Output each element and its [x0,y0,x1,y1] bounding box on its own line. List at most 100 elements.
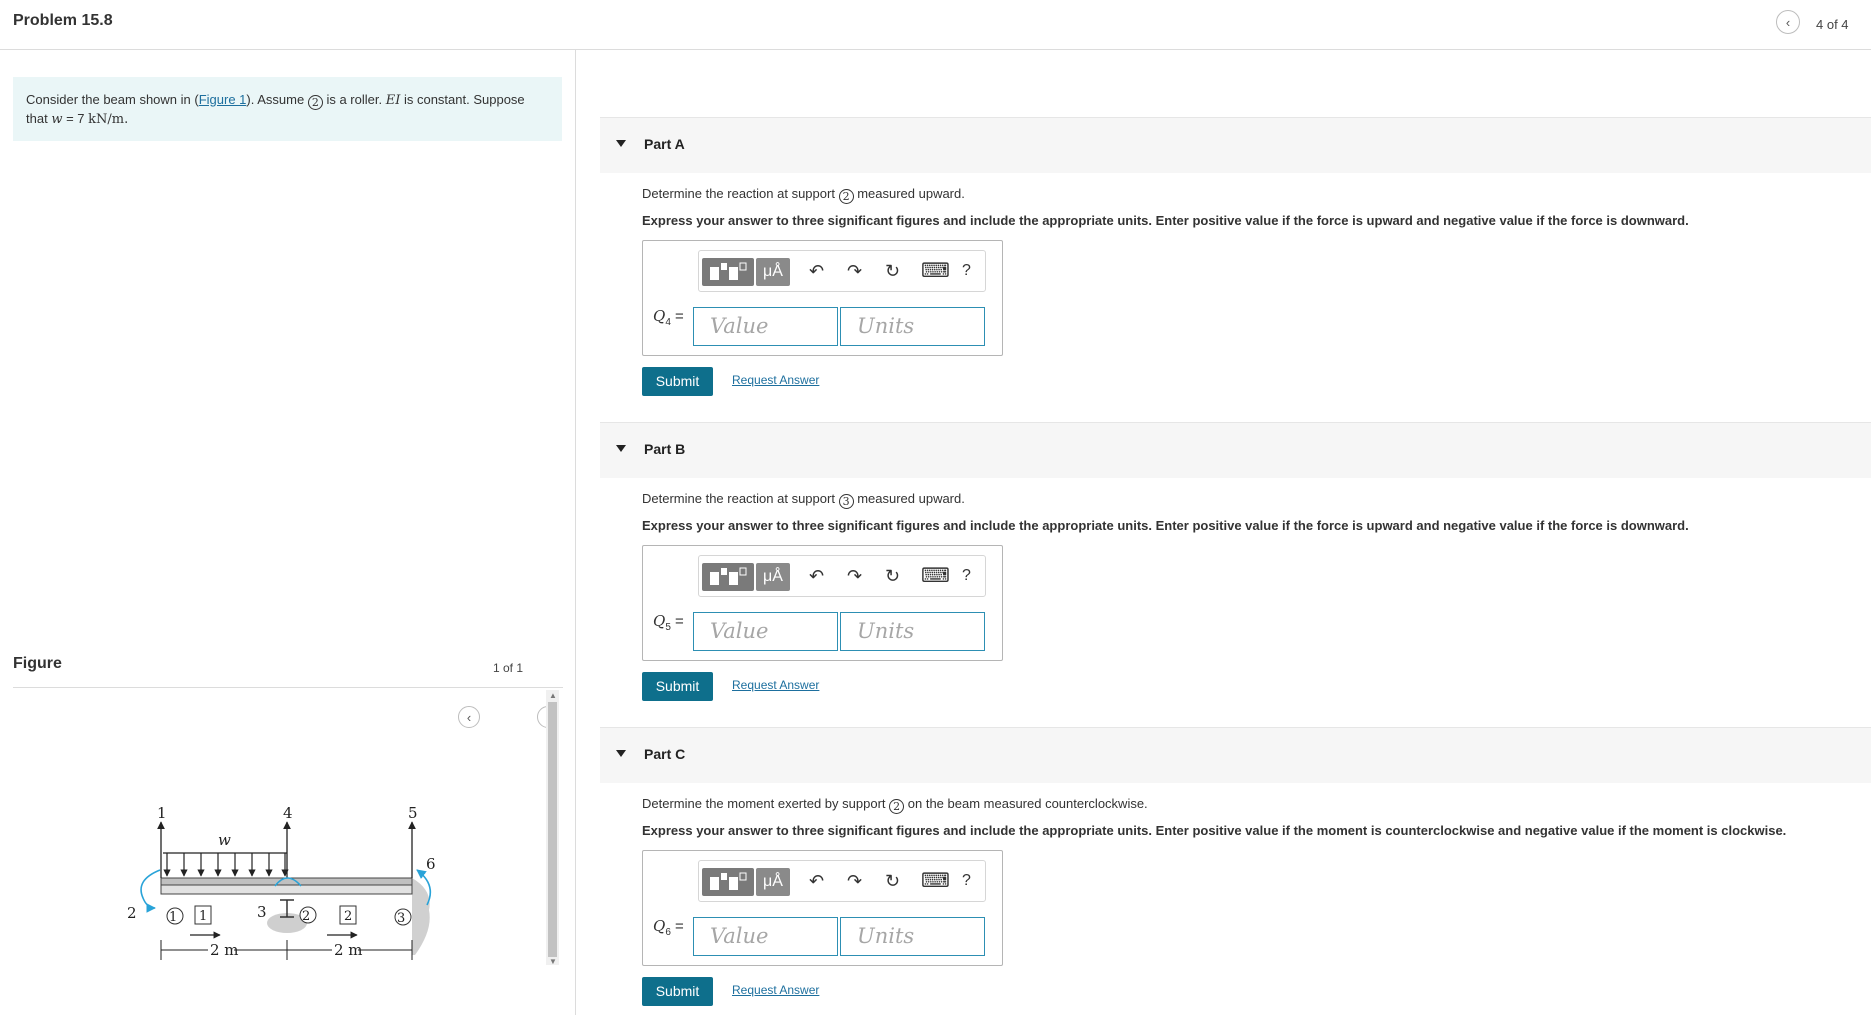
templates-icon [710,262,747,280]
part-instruction: Express your answer to three significant… [642,823,1787,838]
undo-icon[interactable]: ↶ [809,566,824,586]
variable-subscript: 4 [665,317,671,328]
submit-button[interactable]: Submit [642,977,713,1006]
undo-icon[interactable]: ↶ [809,871,824,891]
w-value: = 7 [66,111,85,126]
support-number-badge: 2 [307,95,323,110]
units-input[interactable]: Units [840,307,985,346]
answer-box: μÅ ↶ ↷ ↻ ⌨ ? Q4 = Value Units [642,240,1003,356]
answer-variable-label: Q5 = [653,612,684,633]
figure-prev-button[interactable]: ‹ [458,706,480,728]
templates-button[interactable] [702,258,754,286]
units-button[interactable]: μÅ [756,258,790,286]
distributed-load-arrows [163,853,289,877]
part-label: Part C [644,746,686,762]
submit-button[interactable]: Submit [642,672,713,701]
question-text: measured upward. [857,186,965,201]
figure-scrollbar[interactable]: ▲ ▼ [546,690,559,966]
reset-icon[interactable]: ↻ [885,871,900,891]
variable-symbol: Q [653,612,666,630]
chevron-left-icon: ‹ [1785,14,1791,30]
figure-title: Figure [13,655,62,672]
top-bar: Problem 15.8 ‹ 4 of 4 [0,0,1871,50]
part-instruction: Express your answer to three significant… [642,213,1689,228]
part-header[interactable]: Part A [600,117,1871,173]
figure-link[interactable]: Figure 1 [199,92,247,107]
part-instruction: Express your answer to three significant… [642,518,1689,533]
question-text: measured upward. [857,491,965,506]
part-header[interactable]: Part C [600,727,1871,783]
value-input[interactable]: Value [693,917,838,956]
caret-down-icon[interactable] [616,750,626,757]
problem-title: Problem 15.8 [13,12,113,29]
math-toolbar: μÅ ↶ ↷ ↻ ⌨ ? [698,250,986,292]
previous-problem-button[interactable]: ‹ [1776,10,1800,34]
help-icon[interactable]: ? [962,566,971,586]
keyboard-icon[interactable]: ⌨ [921,566,950,586]
dof-label-6: 6 [426,855,436,873]
answer-box: μÅ ↶ ↷ ↻ ⌨ ? Q5 = Value Units [642,545,1003,661]
value-input[interactable]: Value [693,307,838,346]
element-label-1: 1 [199,909,207,924]
w-symbol: w [51,112,63,127]
submit-button[interactable]: Submit [642,367,713,396]
part-question: Determine the reaction at support 2 meas… [642,186,965,204]
templates-button[interactable] [702,868,754,896]
part-label: Part A [644,136,685,152]
question-text: Determine the reaction at support [642,491,835,506]
redo-icon[interactable]: ↷ [847,871,862,891]
figure-counter: 1 of 1 [493,661,524,675]
keyboard-icon[interactable]: ⌨ [921,871,950,891]
undo-icon[interactable]: ↶ [809,261,824,281]
chevron-left-icon: ‹ [466,709,472,725]
variable-subscript: 6 [665,927,671,938]
figure-divider [13,687,563,688]
math-toolbar: μÅ ↶ ↷ ↻ ⌨ ? [698,555,986,597]
question-text: Determine the reaction at support [642,186,835,201]
units-button[interactable]: μÅ [756,563,790,591]
templates-icon [710,872,747,890]
w-units: kN/m. [88,112,129,127]
fixed-wall [412,878,430,955]
units-input[interactable]: Units [840,917,985,956]
caret-down-icon[interactable] [616,445,626,452]
answer-variable-label: Q4 = [653,307,684,328]
scroll-down-arrow-icon[interactable]: ▼ [549,957,557,966]
scroll-up-arrow-icon[interactable]: ▲ [549,691,557,700]
templates-button[interactable] [702,563,754,591]
redo-icon[interactable]: ↷ [847,261,862,281]
intro-text: is a roller. [326,92,383,107]
units-input[interactable]: Units [840,612,985,651]
help-icon[interactable]: ? [962,261,971,281]
variable-symbol: Q [653,917,666,935]
part-question: Determine the reaction at support 3 meas… [642,491,965,509]
reset-icon[interactable]: ↻ [885,261,900,281]
units-button[interactable]: μÅ [756,868,790,896]
answer-box: μÅ ↶ ↷ ↻ ⌨ ? Q6 = Value Units [642,850,1003,966]
beam-web [160,884,413,895]
math-toolbar: μÅ ↶ ↷ ↻ ⌨ ? [698,860,986,902]
part-label: Part B [644,441,686,457]
value-input[interactable]: Value [693,612,838,651]
part-header[interactable]: Part B [600,422,1871,478]
dimension-label-1: 2 m [210,941,239,959]
reset-icon[interactable]: ↻ [885,566,900,586]
request-answer-link[interactable]: Request Answer [732,678,819,692]
node-label-3: 3 [397,911,405,926]
dof-label-2: 2 [127,904,137,922]
variable-subscript: 5 [665,622,671,633]
keyboard-icon[interactable]: ⌨ [921,261,950,281]
request-answer-link[interactable]: Request Answer [732,983,819,997]
redo-icon[interactable]: ↷ [847,566,862,586]
reaction-arrows [157,821,416,878]
dof-label-4: 4 [283,804,293,822]
answer-variable-label: Q6 = [653,917,684,938]
caret-down-icon[interactable] [616,140,626,147]
rotation-arc-left [140,869,161,913]
dof-label-3: 3 [257,903,267,921]
scroll-thumb[interactable] [548,702,557,957]
question-text: on the beam measured counterclockwise. [907,796,1148,811]
request-answer-link[interactable]: Request Answer [732,373,819,387]
help-icon[interactable]: ? [962,871,971,891]
node-label-2: 2 [302,909,310,924]
